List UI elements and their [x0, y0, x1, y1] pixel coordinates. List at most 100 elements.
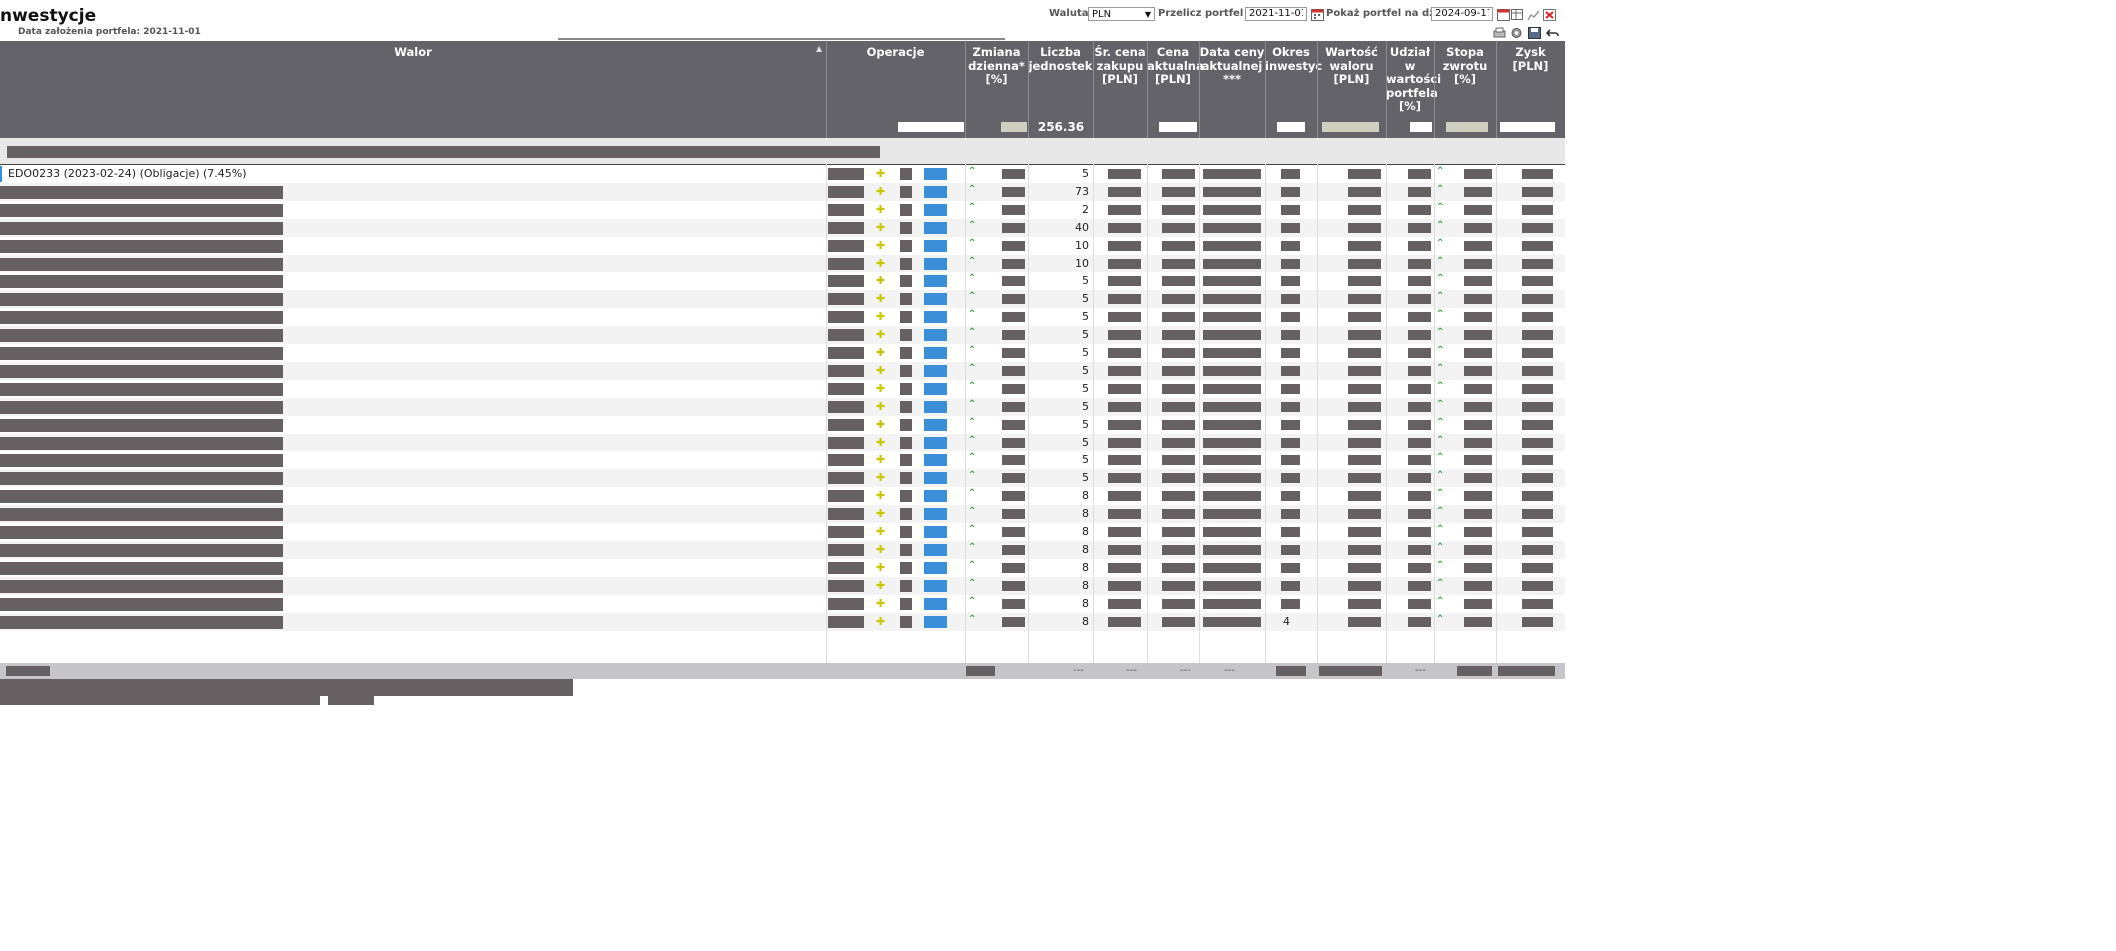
table-row[interactable]: ✚ ⌃ 8 ⌃ — [0, 558, 1565, 577]
gear-icon[interactable] — [1510, 27, 1523, 39]
column-header-3[interactable]: Zmiana dzienna* [%] — [965, 45, 1028, 87]
operation-square[interactable] — [900, 347, 912, 359]
operation-square[interactable] — [900, 508, 912, 521]
column-header-10[interactable]: Udział w wartości portfela [%] — [1386, 45, 1441, 114]
operation-button[interactable] — [924, 615, 947, 628]
chart-icon[interactable] — [1527, 9, 1540, 21]
calendar-icon[interactable] — [1497, 9, 1510, 21]
asset-name-redacted[interactable] — [0, 382, 283, 396]
table-row[interactable]: ✚ ⌃ 8 ⌃ — [0, 594, 1565, 613]
add-operation-icon[interactable]: ✚ — [876, 400, 885, 413]
asset-name-redacted[interactable] — [0, 275, 283, 289]
add-operation-icon[interactable]: ✚ — [876, 615, 885, 628]
asset-name-redacted[interactable] — [0, 364, 283, 378]
operation-square[interactable] — [900, 561, 912, 574]
operation-button[interactable] — [924, 561, 947, 574]
asset-name-redacted[interactable] — [0, 329, 283, 343]
asset-name-redacted[interactable] — [0, 257, 283, 271]
operation-button[interactable] — [924, 203, 947, 216]
column-header-8[interactable]: Okres inwestyc — [1265, 45, 1322, 73]
column-header-12[interactable]: Zysk [PLN] — [1496, 45, 1565, 73]
operation-square[interactable] — [900, 597, 912, 610]
table-row[interactable]: ✚ ⌃ 5 ⌃ — [0, 344, 1565, 362]
operation-button[interactable] — [924, 472, 947, 485]
operation-button[interactable] — [924, 347, 947, 359]
asset-name-redacted[interactable] — [0, 436, 283, 450]
asset-name-redacted[interactable] — [0, 311, 283, 325]
table-row[interactable]: ✚ ⌃ 8 ⌃ — [0, 523, 1565, 541]
table-row[interactable]: ✚ ⌃ 5 ⌃ — [0, 397, 1565, 416]
asset-name-redacted[interactable] — [0, 615, 283, 629]
asset-name-redacted[interactable] — [0, 543, 283, 557]
operation-button[interactable] — [924, 436, 947, 449]
add-operation-icon[interactable]: ✚ — [876, 292, 885, 305]
asset-name-redacted[interactable] — [0, 579, 283, 593]
table-row[interactable]: EDO0233 (2023-02-24) (Obligacje) (7.45%)… — [0, 165, 1565, 183]
asset-name-redacted[interactable] — [0, 400, 283, 414]
operation-square[interactable] — [900, 203, 912, 216]
add-operation-icon[interactable]: ✚ — [876, 310, 885, 323]
asset-name-redacted[interactable] — [0, 293, 283, 307]
operation-button[interactable] — [924, 454, 947, 467]
save-icon[interactable] — [1528, 27, 1541, 39]
operation-button[interactable] — [924, 597, 947, 610]
show-date-input[interactable] — [1431, 7, 1493, 21]
operation-square[interactable] — [900, 311, 912, 324]
operation-button[interactable] — [924, 168, 947, 180]
operation-button[interactable] — [924, 364, 947, 377]
add-operation-icon[interactable]: ✚ — [876, 418, 885, 431]
add-operation-icon[interactable]: ✚ — [876, 257, 885, 270]
sort-asc-icon[interactable]: ▲ — [816, 44, 822, 53]
close-icon[interactable] — [1543, 9, 1556, 21]
add-operation-icon[interactable]: ✚ — [876, 346, 885, 359]
operation-square[interactable] — [900, 221, 912, 234]
operation-button[interactable] — [924, 579, 947, 592]
table-row[interactable]: ✚ ⌃ 8 ⌃ — [0, 505, 1565, 524]
operation-square[interactable] — [900, 257, 912, 270]
add-operation-icon[interactable]: ✚ — [876, 328, 885, 341]
table-row[interactable]: ✚ ⌃ 5 ⌃ — [0, 361, 1565, 380]
asset-name-redacted[interactable] — [0, 508, 283, 522]
operation-square[interactable] — [900, 293, 912, 306]
column-header-9[interactable]: Wartość waloru [PLN] — [1317, 45, 1386, 87]
operation-square[interactable] — [900, 615, 912, 628]
print-icon[interactable] — [1493, 27, 1506, 39]
operation-button[interactable] — [924, 185, 947, 198]
table-row[interactable]: ✚ ⌃ 8 ⌃ — [0, 540, 1565, 559]
operation-square[interactable] — [900, 329, 912, 342]
operation-square[interactable] — [900, 436, 912, 449]
add-operation-icon[interactable]: ✚ — [876, 382, 885, 395]
recalc-from-date-input[interactable] — [1245, 7, 1307, 21]
operation-square[interactable] — [900, 168, 912, 180]
add-operation-icon[interactable]: ✚ — [876, 167, 885, 180]
operation-button[interactable] — [924, 543, 947, 556]
table-row[interactable]: ✚ ⌃ 73 ⌃ — [0, 182, 1565, 201]
add-operation-icon[interactable]: ✚ — [876, 203, 885, 216]
operation-square[interactable] — [900, 382, 912, 395]
asset-name-redacted[interactable] — [0, 472, 283, 486]
operation-square[interactable] — [900, 185, 912, 198]
table-row[interactable]: ✚ ⌃ 10 ⌃ — [0, 254, 1565, 273]
asset-name-redacted[interactable] — [0, 239, 283, 253]
asset-name-redacted[interactable] — [0, 185, 283, 199]
operation-button[interactable] — [924, 239, 947, 252]
add-operation-icon[interactable]: ✚ — [876, 185, 885, 198]
group-header-row[interactable] — [0, 138, 1565, 166]
operation-square[interactable] — [900, 579, 912, 592]
column-header-5[interactable]: Śr. cena zakupu [PLN] — [1093, 45, 1147, 87]
asset-name-redacted[interactable] — [0, 221, 283, 235]
operation-button[interactable] — [924, 275, 947, 288]
add-operation-icon[interactable]: ✚ — [876, 364, 885, 377]
table-export-icon[interactable] — [1511, 9, 1524, 21]
add-operation-icon[interactable]: ✚ — [876, 239, 885, 252]
asset-name-link[interactable]: EDO0233 (2023-02-24) (Obligacje) (7.45%) — [8, 165, 247, 183]
column-header-1[interactable]: Walor — [0, 45, 826, 60]
undo-icon[interactable] — [1546, 27, 1559, 39]
table-row[interactable]: ✚ ⌃ 5 ⌃ — [0, 290, 1565, 309]
operation-square[interactable] — [900, 239, 912, 252]
currency-select[interactable]: PLN ▼ — [1088, 7, 1155, 21]
asset-name-redacted[interactable] — [0, 347, 283, 360]
add-operation-icon[interactable]: ✚ — [876, 561, 885, 574]
operation-button[interactable] — [924, 311, 947, 324]
column-header-7[interactable]: Data ceny aktualnej *** — [1199, 45, 1265, 87]
